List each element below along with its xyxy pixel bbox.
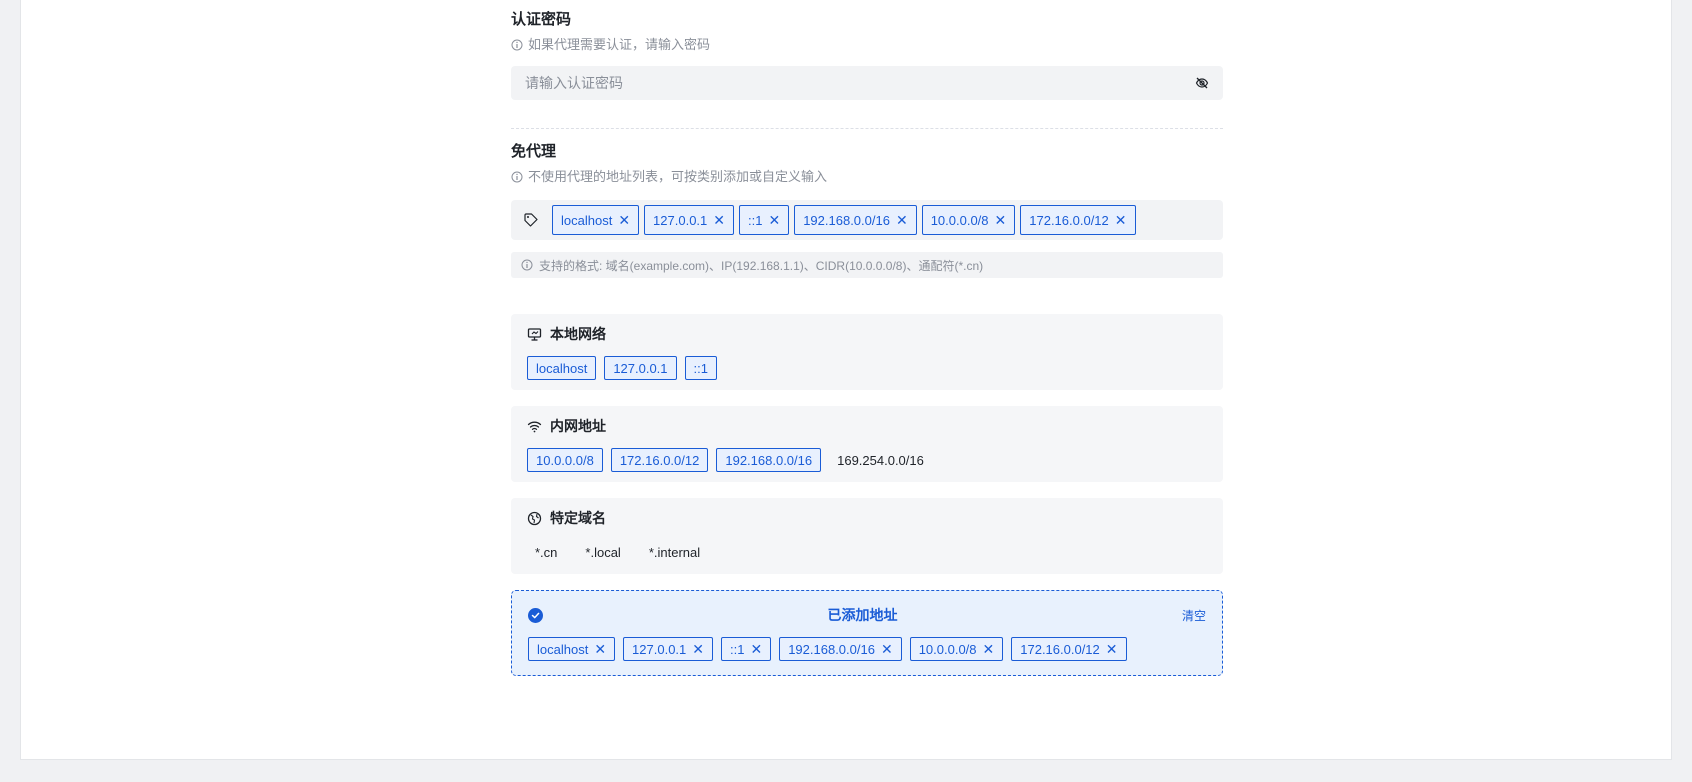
added-tag[interactable]: 127.0.0.1 ✕: [623, 637, 713, 661]
added-tag[interactable]: 10.0.0.0/8 ✕: [909, 637, 1004, 661]
close-icon[interactable]: ✕: [1115, 213, 1127, 227]
info-icon: [521, 259, 533, 271]
group-options: 10.0.0.0/8 172.16.0.0/12 192.168.0.0/16 …: [527, 448, 1207, 472]
auth-password-section: 认证密码 如果代理需要认证，请输入密码: [511, 10, 1223, 100]
format-hint: 支持的格式: 域名(example.com)、IP(192.168.1.1)、C…: [511, 252, 1223, 278]
option-tag-selected[interactable]: 127.0.0.1: [604, 356, 677, 380]
tag-icon: [524, 213, 538, 227]
auth-password-hint: 如果代理需要认证，请输入密码: [511, 36, 1223, 54]
wifi-icon: [527, 421, 542, 432]
option-tag[interactable]: *.local: [577, 540, 628, 564]
tag-label: 172.16.0.0/12: [1020, 641, 1100, 657]
close-icon[interactable]: ✕: [768, 213, 780, 227]
section-divider: [511, 128, 1223, 129]
close-icon[interactable]: ✕: [594, 642, 606, 656]
close-icon[interactable]: ✕: [713, 213, 725, 227]
close-icon[interactable]: ✕: [896, 213, 908, 227]
option-tag[interactable]: 169.254.0.0/16: [829, 448, 932, 472]
auth-password-field[interactable]: [511, 66, 1223, 100]
group-intranet: 内网地址 10.0.0.0/8 172.16.0.0/12 192.168.0.…: [511, 406, 1223, 482]
tag-label: 10.0.0.0/8: [918, 641, 977, 657]
tag-label: localhost: [537, 641, 589, 657]
no-proxy-tag[interactable]: ::1 ✕: [739, 205, 790, 235]
tag-label: ::1: [730, 641, 745, 657]
auth-password-input[interactable]: [525, 75, 1195, 91]
group-local-network: 本地网络 localhost 127.0.0.1 ::1: [511, 314, 1223, 390]
group-domains: 特定域名 *.cn *.local *.internal: [511, 498, 1223, 574]
group-title: 内网地址: [550, 418, 606, 434]
tag-label: 192.168.0.0/16: [788, 641, 875, 657]
info-icon: [511, 171, 523, 183]
group-title: 特定域名: [550, 510, 606, 526]
format-hint-text: 支持的格式: 域名(example.com)、IP(192.168.1.1)、C…: [539, 258, 984, 273]
no-proxy-tag[interactable]: 127.0.0.1 ✕: [644, 205, 734, 235]
added-tag-list: localhost ✕ 127.0.0.1 ✕ ::1 ✕ 192.168.0.0/1…: [528, 637, 1206, 661]
option-tag-selected[interactable]: ::1: [684, 356, 717, 380]
option-tag-selected[interactable]: 192.168.0.0/16: [716, 448, 822, 472]
no-proxy-hint-text: 不使用代理的地址列表，可按类别添加或自定义输入: [528, 169, 828, 184]
group-header: 内网地址: [527, 416, 1207, 436]
tag-label: 172.16.0.0/12: [1029, 212, 1109, 228]
monitor-icon: [527, 327, 542, 341]
no-proxy-hint: 不使用代理的地址列表，可按类别添加或自定义输入: [511, 168, 1223, 186]
close-icon[interactable]: ✕: [995, 213, 1007, 227]
check-circle-icon: [528, 607, 543, 623]
close-icon[interactable]: ✕: [983, 642, 995, 656]
added-header: 已添加地址 清空: [528, 603, 1206, 627]
group-header: 特定域名: [527, 508, 1207, 528]
added-tag[interactable]: 192.168.0.0/16 ✕: [779, 637, 902, 661]
close-icon[interactable]: ✕: [1106, 642, 1118, 656]
clear-button[interactable]: 清空: [1182, 607, 1206, 624]
settings-panel: 认证密码 如果代理需要认证，请输入密码 免代理 不使用代理的地址列表，可按类别添…: [20, 0, 1672, 760]
tag-label: localhost: [561, 212, 613, 228]
globe-icon: [527, 511, 542, 525]
option-tag-selected[interactable]: 172.16.0.0/12: [610, 448, 709, 472]
option-tag[interactable]: *.internal: [641, 540, 708, 564]
info-icon: [511, 39, 523, 51]
group-title: 本地网络: [550, 326, 606, 342]
group-options: *.cn *.local *.internal: [527, 540, 1207, 564]
added-title: 已添加地址: [827, 607, 898, 623]
added-tag[interactable]: localhost ✕: [528, 637, 616, 661]
close-icon[interactable]: ✕: [692, 642, 704, 656]
close-icon[interactable]: ✕: [881, 642, 893, 656]
added-tag[interactable]: 172.16.0.0/12 ✕: [1011, 637, 1127, 661]
auth-password-hint-text: 如果代理需要认证，请输入密码: [528, 37, 711, 52]
option-tag-selected[interactable]: 10.0.0.0/8: [527, 448, 603, 472]
group-header: 本地网络: [527, 324, 1207, 344]
tag-label: ::1: [748, 212, 763, 228]
option-tag-selected[interactable]: localhost: [527, 356, 597, 380]
group-options: localhost 127.0.0.1 ::1: [527, 356, 1207, 380]
tag-label: 127.0.0.1: [632, 641, 687, 657]
tag-label: 10.0.0.0/8: [930, 212, 989, 228]
auth-password-label: 认证密码: [511, 11, 572, 28]
no-proxy-tag[interactable]: 192.168.0.0/16 ✕: [794, 205, 917, 235]
added-tag[interactable]: ::1 ✕: [721, 637, 772, 661]
tag-label: 192.168.0.0/16: [803, 212, 890, 228]
no-proxy-section: 免代理 不使用代理的地址列表，可按类别添加或自定义输入 localhost ✕ 1…: [511, 142, 1223, 278]
no-proxy-tag[interactable]: 172.16.0.0/12 ✕: [1020, 205, 1136, 235]
no-proxy-label: 免代理: [511, 143, 557, 160]
option-tag[interactable]: *.cn: [527, 540, 565, 564]
close-icon[interactable]: ✕: [618, 213, 630, 227]
close-icon[interactable]: ✕: [750, 642, 762, 656]
added-addresses-box: 已添加地址 清空 localhost ✕ 127.0.0.1 ✕ ::1 ✕ 192.…: [511, 590, 1223, 676]
eye-off-icon[interactable]: [1195, 76, 1209, 90]
no-proxy-tag[interactable]: localhost ✕: [552, 205, 640, 235]
no-proxy-tag[interactable]: 10.0.0.0/8 ✕: [921, 205, 1016, 235]
tag-label: 127.0.0.1: [653, 212, 708, 228]
no-proxy-tag-input[interactable]: localhost ✕ 127.0.0.1 ✕ ::1 ✕ 192.168.0.0/1…: [511, 200, 1223, 240]
